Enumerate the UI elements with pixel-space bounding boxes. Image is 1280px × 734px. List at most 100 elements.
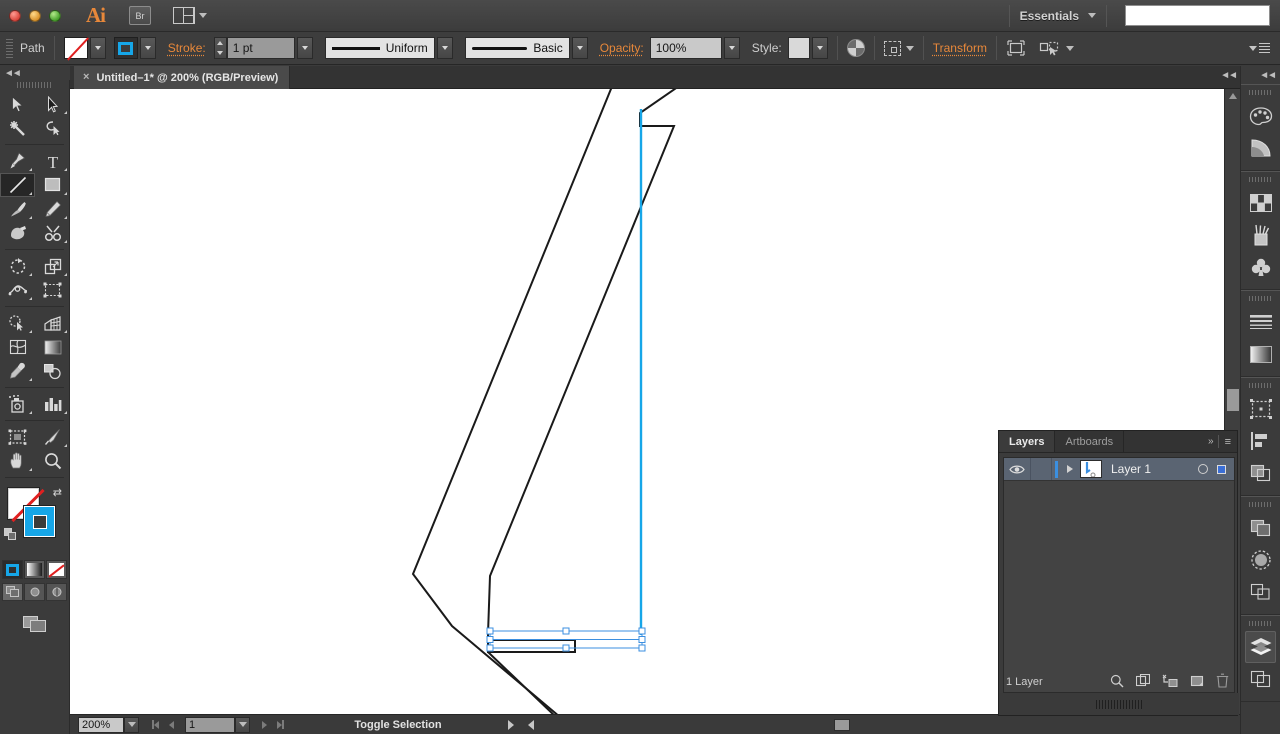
control-bar-grip[interactable] [6, 39, 13, 58]
gradient-tool[interactable] [35, 335, 70, 359]
stroke-weight-field[interactable]: 1 pt [227, 37, 295, 59]
shape-builder-tool[interactable] [0, 311, 35, 335]
dock-group-grip[interactable] [1249, 502, 1273, 507]
layer-expand-triangle-icon[interactable] [1067, 465, 1073, 473]
zoom-level-field[interactable]: 200% [78, 717, 124, 733]
selection-tool[interactable] [0, 92, 35, 116]
tab-artboards[interactable]: Artboards [1055, 431, 1124, 452]
align-panel-icon[interactable] [1241, 425, 1280, 457]
dock-group-grip[interactable] [1249, 296, 1273, 301]
width-profile-dropdown[interactable] [437, 37, 453, 59]
dock-group-grip[interactable] [1249, 177, 1273, 182]
free-transform-tool[interactable] [35, 278, 70, 302]
graphic-style-dropdown[interactable] [812, 37, 828, 59]
vertical-scroll-thumb[interactable] [1227, 389, 1239, 411]
column-graph-tool[interactable] [35, 392, 70, 416]
rotate-tool[interactable] [0, 254, 35, 278]
stroke-weight-stepper[interactable] [214, 37, 227, 59]
stroke-panel-icon[interactable] [1241, 306, 1280, 338]
select-similar-objects-icon[interactable] [1038, 39, 1060, 57]
layer-visibility-toggle[interactable] [1004, 464, 1030, 475]
tab-layers[interactable]: Layers [999, 431, 1055, 452]
zoom-tool[interactable] [35, 449, 70, 473]
minimize-button[interactable] [29, 10, 41, 22]
transform-link[interactable]: Transform [933, 41, 987, 55]
workspace-switcher[interactable]: Essentials [1020, 9, 1096, 23]
document-tab[interactable]: × Untitled–1* @ 200% (RGB/Preview) [74, 66, 290, 89]
align-chevron-down-icon[interactable] [906, 46, 914, 51]
graphic-styles-panel-icon[interactable] [1241, 576, 1280, 608]
pathfinder-panel-icon[interactable] [1241, 457, 1280, 489]
left-dock-collapse-icon[interactable]: ◄◄ [4, 68, 20, 79]
symbol-sprayer-tool[interactable] [0, 392, 35, 416]
layers-panel-horizontal-scrollbar[interactable] [999, 693, 1239, 715]
next-page-icon[interactable] [256, 717, 272, 733]
panel-menu-icon[interactable]: ≡ [1225, 436, 1231, 448]
transparency-panel-icon[interactable] [1241, 512, 1280, 544]
stroke-label[interactable]: Stroke: [168, 41, 206, 55]
collapse-panel-icon[interactable]: » [1208, 436, 1212, 447]
layer-selection-color-icon[interactable] [1217, 465, 1226, 474]
page-number-field[interactable]: 1 [185, 717, 235, 733]
layer-lock-toggle[interactable] [1030, 458, 1052, 480]
zoom-level-dropdown[interactable] [124, 717, 139, 733]
go-to-bridge-button[interactable]: Br [129, 6, 151, 25]
align-icon[interactable] [884, 41, 901, 56]
brush-definition-dropdown[interactable] [572, 37, 588, 59]
previous-page-icon[interactable] [163, 717, 179, 733]
arrange-documents-button[interactable] [173, 7, 207, 24]
status-text[interactable]: Toggle Selection [288, 719, 508, 731]
brush-definition-field[interactable]: Basic [465, 37, 570, 59]
gradient-panel-icon[interactable] [1241, 338, 1280, 370]
close-icon[interactable]: × [83, 72, 89, 83]
pen-tool[interactable] [0, 149, 35, 173]
page-number-dropdown[interactable] [235, 717, 250, 733]
stroke-weight-dropdown[interactable] [297, 37, 313, 59]
fill-swatch[interactable] [64, 37, 88, 59]
tab-bar-collapse-icon[interactable]: ◄◄ [1220, 70, 1236, 81]
draw-inside-button[interactable] [46, 583, 67, 601]
layer-target-icon[interactable] [1198, 464, 1208, 474]
mesh-tool[interactable] [0, 335, 35, 359]
locate-object-button[interactable] [1110, 674, 1124, 691]
opacity-label[interactable]: Opacity: [600, 41, 644, 55]
recolor-artwork-icon[interactable] [847, 39, 865, 57]
draw-behind-button[interactable] [24, 583, 45, 601]
delete-selection-button[interactable] [1216, 673, 1229, 691]
color-panel-icon[interactable] [1241, 100, 1280, 132]
swatches-panel-icon[interactable] [1241, 187, 1280, 219]
horizontal-scroll-thumb[interactable] [1096, 700, 1142, 709]
transform-panel-icon[interactable] [1241, 393, 1280, 425]
horizontal-scroll-left-icon[interactable] [528, 720, 534, 730]
layer-name[interactable]: Layer 1 [1111, 462, 1151, 476]
rectangle-tool[interactable] [35, 173, 70, 197]
close-button[interactable] [9, 10, 21, 22]
type-tool[interactable]: T [35, 149, 70, 173]
scale-tool[interactable] [35, 254, 70, 278]
stroke-swatch[interactable] [114, 37, 138, 59]
perspective-grid-tool[interactable] [35, 311, 70, 335]
panel-menu-icon[interactable] [1249, 43, 1270, 53]
symbols-panel-icon[interactable] [1241, 251, 1280, 283]
opacity-field[interactable]: 100% [650, 37, 722, 59]
create-new-sublayer-button[interactable] [1162, 674, 1178, 691]
appearance-panel-icon[interactable] [1241, 544, 1280, 576]
table-row[interactable]: Layer 1 [1004, 458, 1234, 481]
slice-tool[interactable] [35, 425, 70, 449]
graphic-style-swatch[interactable] [788, 37, 810, 59]
fill-dropdown[interactable] [90, 37, 106, 59]
paintbrush-tool[interactable] [0, 197, 35, 221]
color-mode-button[interactable] [2, 560, 23, 579]
first-page-icon[interactable] [147, 717, 163, 733]
direct-selection-tool[interactable] [35, 92, 70, 116]
zoom-button[interactable] [49, 10, 61, 22]
artboard-tool[interactable] [0, 425, 35, 449]
search-input[interactable] [1125, 5, 1270, 26]
stroke-dropdown[interactable] [140, 37, 156, 59]
artboards-panel-icon[interactable] [1241, 663, 1280, 695]
width-tool[interactable] [0, 278, 35, 302]
blob-brush-tool[interactable] [0, 221, 35, 245]
stroke-color-swatch[interactable] [24, 506, 55, 537]
width-profile-field[interactable]: Uniform [325, 37, 435, 59]
hand-tool[interactable] [0, 449, 35, 473]
